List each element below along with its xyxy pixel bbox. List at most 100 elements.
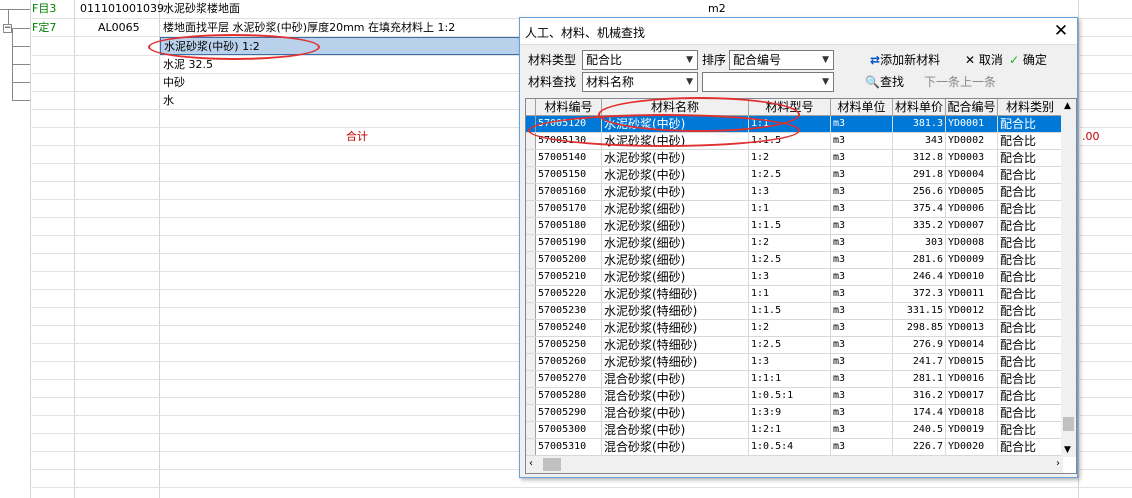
col-header[interactable]: 材料类别 [998,99,1063,116]
row-indicator[interactable] [526,354,536,370]
material-type-label: 材料类型 [528,53,577,67]
row-indicator[interactable] [526,286,536,302]
table-row[interactable]: 57005240 水泥砂浆(特细砂) 1:2 m3 298.85 YD0013 配合比 [526,320,1063,337]
table-row[interactable]: 57005200 水泥砂浆(细砂) 1:2.5 m3 281.6 YD0009 配合比 [526,252,1063,269]
table-row[interactable]: 57005140 水泥砂浆(中砂) 1:2 m3 312.8 YD0003 配合比 [526,150,1063,167]
col-header[interactable]: 材料编号 [536,99,602,116]
table-row[interactable]: 57005210 水泥砂浆(细砂) 1:3 m3 246.4 YD0010 配合比 [526,269,1063,286]
close-icon[interactable]: ✕ [1051,20,1071,42]
row-indicator[interactable] [526,337,536,353]
cell-code: 57005170 [536,201,602,217]
row-indicator[interactable] [526,303,536,319]
collapse-icon[interactable]: − [3,24,12,33]
material-type-select[interactable]: 配合比 ▼ [582,50,698,70]
cancel-label: 取消 [978,53,1003,67]
find-button[interactable]: 🔍查找 [865,72,904,92]
scroll-right-icon[interactable]: › [1056,458,1060,469]
scroll-up-icon[interactable]: ▲ [1064,101,1071,111]
cell-name: 水泥砂浆(细砂) [602,269,749,285]
table-row[interactable]: 57005310 混合砂浆(中砂) 1:0.5:4 m3 226.7 YD0020 配合比 [526,439,1063,456]
table-row[interactable]: 57005160 水泥砂浆(中砂) 1:3 m3 256.6 YD0005 配合比 [526,184,1063,201]
row-type-label: F目3 [32,2,57,15]
row-indicator[interactable] [526,371,536,387]
col-header[interactable]: 材料单位 [831,99,893,116]
row-indicator[interactable] [526,269,536,285]
row-indicator[interactable] [526,150,536,166]
search-field-select[interactable]: 材料名称 ▼ [582,72,698,92]
cell-cat: 配合比 [998,252,1063,268]
cell-code: 57005160 [536,184,602,200]
cell-unit: m3 [831,218,893,234]
cell-price: 312.8 [893,150,946,166]
cell-name: 水泥砂浆(特细砂) [602,320,749,336]
cell-code: 57005240 [536,320,602,336]
row-indicator[interactable] [526,320,536,336]
table-row[interactable]: 57005280 混合砂浆(中砂) 1:0.5:1 m3 316.2 YD0017 配合比 [526,388,1063,405]
cell-code: 57005280 [536,388,602,404]
dialog-title: 人工、材料、机械查找 [525,26,646,40]
ok-label: 确定 [1022,53,1047,67]
vertical-scrollbar[interactable]: ▲ ▼ [1061,99,1076,457]
table-row[interactable]: 57005300 混合砂浆(中砂) 1:2:1 m3 240.5 YD0019 配合比 [526,422,1063,439]
col-header[interactable]: 配合编号 [946,99,998,116]
table-row[interactable]: 57005170 水泥砂浆(细砂) 1:1 m3 375.4 YD0006 配合比 [526,201,1063,218]
row-indicator[interactable] [526,422,536,438]
table-row[interactable]: 57005250 水泥砂浆(特细砂) 1:2.5 m3 276.9 YD0014 配合比 [526,337,1063,354]
add-material-icon: ⇄ [870,53,881,67]
cell-code: 57005220 [536,286,602,302]
row-indicator[interactable] [526,235,536,251]
table-row[interactable]: 57005220 水泥砂浆(特细砂) 1:1 m3 372.3 YD0011 配合比 [526,286,1063,303]
cell-code: 57005310 [536,439,602,455]
scroll-thumb[interactable] [1063,417,1074,431]
cancel-icon: ✕ [965,53,976,67]
search-field-value: 材料名称 [586,75,635,89]
sub-item[interactable]: 水 [163,92,174,110]
cell-price: 281.1 [893,371,946,387]
cell-price: 381.3 [893,116,946,132]
add-material-label: 添加新材料 [880,53,941,67]
row-indicator[interactable] [526,252,536,268]
row-indicator[interactable] [526,167,536,183]
row-indicator[interactable] [526,439,536,455]
table-row[interactable]: 57005150 水泥砂浆(中砂) 1:2.5 m3 291.8 YD0004 配合比 [526,167,1063,184]
cell-cat: 配合比 [998,218,1063,234]
cell-cat: 配合比 [998,167,1063,183]
table-row[interactable]: 57005270 混合砂浆(中砂) 1:1:1 m3 281.1 YD0016 配合比 [526,371,1063,388]
cell-price: 298.85 [893,320,946,336]
horizontal-scrollbar[interactable]: ‹ › [526,456,1063,473]
sort-select[interactable]: 配合编号 ▼ [729,50,834,70]
col-header[interactable]: 材料单价 [893,99,946,116]
table-row[interactable]: 57005290 混合砂浆(中砂) 1:3:9 m3 174.4 YD0018 配合比 [526,405,1063,422]
cell-mix: YD0002 [946,133,998,149]
dialog-titlebar[interactable]: 人工、材料、机械查找 ✕ [520,18,1077,45]
tree-connector [12,64,30,65]
cell-cat: 配合比 [998,235,1063,251]
row-indicator[interactable] [526,201,536,217]
cell-code: 57005190 [536,235,602,251]
add-material-button[interactable]: ⇄添加新材料 [870,50,940,70]
cell-model: 1:1.5 [749,303,831,319]
table-row[interactable]: 57005230 水泥砂浆(特细砂) 1:1.5 m3 331.15 YD0012 配合比 [526,303,1063,320]
cell-cat: 配合比 [998,201,1063,217]
hscroll-thumb[interactable] [543,458,561,471]
table-row[interactable]: 57005180 水泥砂浆(细砂) 1:1.5 m3 335.2 YD0007 配合比 [526,218,1063,235]
scroll-left-icon[interactable]: ‹ [529,458,533,469]
cell-model: 1:0.5:4 [749,439,831,455]
cell-price: 343 [893,133,946,149]
search-text-input[interactable]: ▼ [702,72,834,92]
table-row[interactable]: 57005260 水泥砂浆(特细砂) 1:3 m3 241.7 YD0015 配合比 [526,354,1063,371]
cell-name: 水泥砂浆(特细砂) [602,337,749,353]
row-indicator[interactable] [526,218,536,234]
cancel-button[interactable]: ✕ 取消 [965,50,1003,70]
prev-button[interactable]: 上一条 [960,72,996,92]
next-button[interactable]: 下一条 [924,72,960,92]
row-indicator[interactable] [526,405,536,421]
scroll-down-icon[interactable]: ▼ [1064,445,1071,455]
row-type-label: F定7 [32,21,57,34]
ok-button[interactable]: ✓ 确定 [1009,50,1047,70]
row-indicator[interactable] [526,184,536,200]
cell-model: 1:1:1 [749,371,831,387]
row-indicator[interactable] [526,388,536,404]
sub-item[interactable]: 中砂 [163,74,185,92]
table-row[interactable]: 57005190 水泥砂浆(细砂) 1:2 m3 303 YD0008 配合比 [526,235,1063,252]
